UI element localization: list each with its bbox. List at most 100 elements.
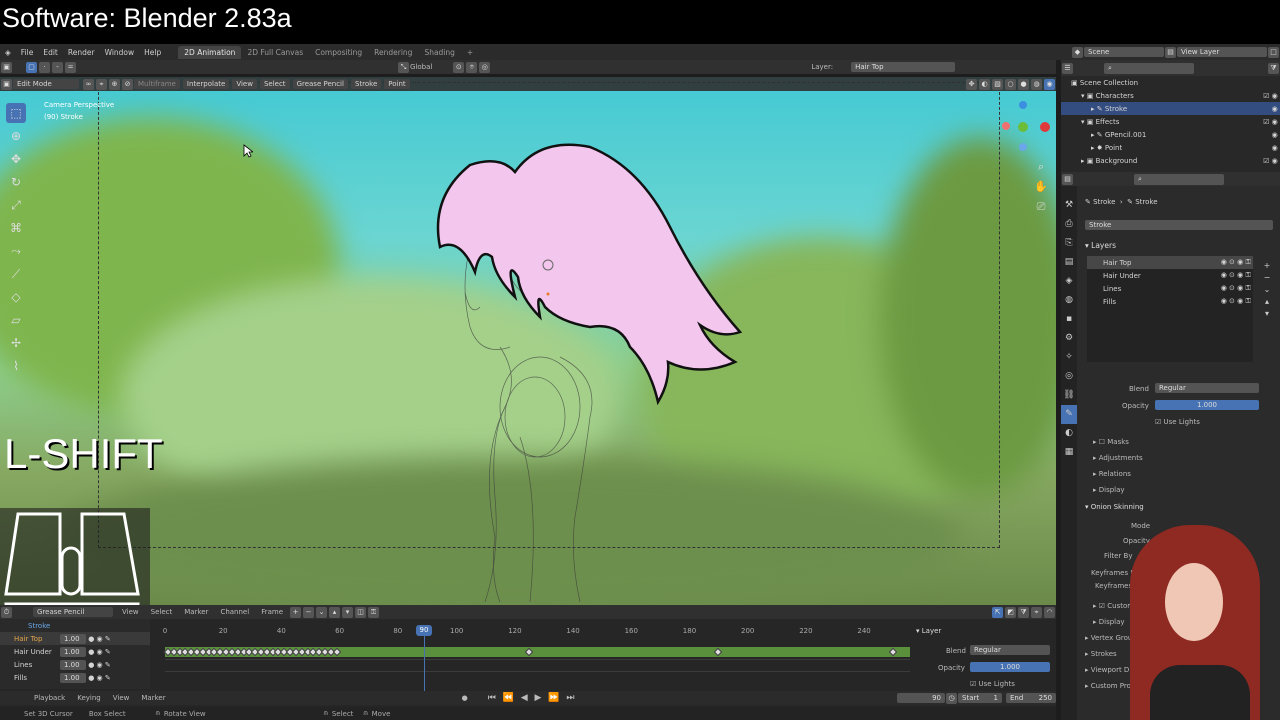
start-frame-field[interactable]: Start 1 xyxy=(958,693,1002,703)
blender-logo-icon[interactable]: ◈ xyxy=(0,48,16,57)
keying-menu[interactable]: Keying xyxy=(77,694,101,702)
output-tab-icon[interactable]: ⎘ xyxy=(1061,234,1077,253)
channel-row-fills[interactable]: Fills 1.00 ● ◉ ✎ xyxy=(0,671,150,684)
menu-window[interactable]: Window xyxy=(100,48,140,57)
move-tool-icon[interactable]: ✥ xyxy=(6,149,26,169)
tab-rendering[interactable]: Rendering xyxy=(368,46,418,59)
sculpt-toggle-icon[interactable]: ⊕ xyxy=(109,78,120,90)
outliner-row-stroke[interactable]: ▸ ✎ Stroke ◉ xyxy=(1061,102,1280,115)
snap-icon[interactable]: ⌾ xyxy=(466,61,478,73)
snapping-icon[interactable]: ⌖ xyxy=(1031,606,1042,618)
tab-shading[interactable]: Shading xyxy=(418,46,460,59)
gizmo-z-neg-icon[interactable] xyxy=(1019,143,1027,151)
dopesheet-filter-icon[interactable]: ⧩ xyxy=(1018,606,1029,618)
multiframe-toggle[interactable]: Multiframe xyxy=(134,79,180,89)
remove-layer-icon[interactable]: − xyxy=(1261,272,1273,284)
blend-dropdown[interactable]: Regular xyxy=(1155,383,1259,393)
shear-tool-icon[interactable]: ⟋ xyxy=(6,264,26,284)
add-layer-icon[interactable]: + xyxy=(1261,260,1273,272)
layer-row-hair-under[interactable]: Hair Under ◉ ⊙ ◉ ⚿ xyxy=(1087,269,1253,282)
eye-icon[interactable]: ◉ xyxy=(1272,157,1278,165)
view-layer-field[interactable]: View Layer xyxy=(1177,47,1267,57)
eye-icon[interactable]: ◉ xyxy=(1272,144,1278,152)
filter-icon[interactable]: ⧩ xyxy=(1268,62,1279,74)
checkbox-icon[interactable]: ☑ xyxy=(1263,92,1269,100)
sidebar-layer-header[interactable]: ▾ Layer xyxy=(916,627,941,635)
texture-tab-icon[interactable]: ▦ xyxy=(1061,443,1077,462)
cursor-tool-icon[interactable]: ⊕ xyxy=(6,126,26,146)
move-layer-down-icon[interactable]: ▾ xyxy=(342,606,353,618)
layer-row-fills[interactable]: Fills ◉ ⊙ ◉ ⚿ xyxy=(1087,295,1253,308)
grease-pencil-menu[interactable]: Grease Pencil xyxy=(292,79,348,89)
record-icon[interactable]: ● xyxy=(462,694,468,702)
link-icon[interactable]: ∞ xyxy=(83,78,94,90)
dopesheet-frame-menu[interactable]: Frame xyxy=(261,608,283,616)
interpolate-tool-icon[interactable]: ⌇ xyxy=(6,356,26,376)
sidebar-use-lights-checkbox[interactable]: ☑ Use Lights xyxy=(970,680,1015,688)
eye-icon[interactable]: ◉ xyxy=(1272,105,1278,113)
properties-editor-icon[interactable]: ▤ xyxy=(1062,173,1073,185)
orientation-value[interactable]: Global xyxy=(410,63,432,71)
zoom-icon[interactable]: ⌕ xyxy=(1034,157,1048,177)
dopesheet-editor-icon[interactable]: ⏱ xyxy=(1,606,12,618)
strokes-panel[interactable]: ▸ Strokes xyxy=(1085,650,1117,658)
transport-controls[interactable]: ⏮ ⏪ ◀ ▶ ⏩ ⏭ xyxy=(488,693,577,703)
eye-icon[interactable]: ◉ xyxy=(1272,92,1278,100)
world-tab-icon[interactable]: ◍ xyxy=(1061,291,1077,310)
eye-icon[interactable]: ◉ xyxy=(1272,131,1278,139)
menu-render[interactable]: Render xyxy=(63,48,100,57)
tool-tab-icon[interactable]: ⚒ xyxy=(1061,196,1077,215)
gizmo-y-icon[interactable] xyxy=(1018,122,1028,132)
viewport-editor-icon[interactable]: ▣ xyxy=(1,78,12,90)
select-box-tool-icon[interactable]: ⬚ xyxy=(6,103,26,123)
opacity-slider[interactable]: 1.000 xyxy=(1155,400,1259,410)
current-frame-field[interactable]: 90 xyxy=(897,693,945,703)
tab-2d-full-canvas[interactable]: 2D Full Canvas xyxy=(241,46,309,59)
layer-dropdown[interactable]: Hair Top xyxy=(851,62,956,72)
interpolate-menu[interactable]: Interpolate xyxy=(182,79,230,89)
shading-render-icon[interactable]: ◉ xyxy=(1044,78,1055,90)
modifiers-tab-icon[interactable]: ⚙ xyxy=(1061,329,1077,348)
scene-icon[interactable]: ◆ xyxy=(1072,46,1083,58)
render-tab-icon[interactable]: ⎙ xyxy=(1061,215,1077,234)
outliner-editor-icon[interactable]: ☰ xyxy=(1062,62,1073,74)
edit-toggle-icon[interactable]: ⌖ xyxy=(96,78,107,90)
mode-stroke-icon[interactable]: - xyxy=(52,61,63,73)
select-menu[interactable]: Select xyxy=(259,79,290,89)
select-mode-icon[interactable]: ▢ xyxy=(26,61,37,73)
proportional-icon[interactable]: ◎ xyxy=(479,61,491,73)
channel-row-hair-under[interactable]: Hair Under 1.00 ● ◉ ✎ xyxy=(0,645,150,658)
view-menu[interactable]: View xyxy=(232,79,257,89)
shading-material-icon[interactable]: ◍ xyxy=(1031,78,1042,90)
outliner-search-field[interactable]: ⌕ xyxy=(1104,62,1194,74)
dopesheet-channel-menu[interactable]: Channel xyxy=(220,608,249,616)
channel-row-lines[interactable]: Lines 1.00 ● ◉ ✎ xyxy=(0,658,150,671)
point-menu[interactable]: Point xyxy=(384,79,410,89)
channel-row-stroke[interactable]: Stroke xyxy=(0,619,150,632)
rotate-tool-icon[interactable]: ↻ xyxy=(6,172,26,192)
layers-panel-header[interactable]: ▾ Layers xyxy=(1085,241,1116,250)
tab-2d-animation[interactable]: 2D Animation xyxy=(178,45,242,59)
layer-lock-icon[interactable]: ⚿ xyxy=(368,606,379,618)
gizmo-icon[interactable]: ✥ xyxy=(966,78,977,90)
weight-toggle-icon[interactable]: ⊘ xyxy=(122,78,133,90)
mode-point-icon[interactable]: · xyxy=(39,61,50,73)
menu-file[interactable]: File xyxy=(16,48,39,57)
show-hidden-icon[interactable]: ◩ xyxy=(1005,606,1016,618)
menu-help[interactable]: Help xyxy=(139,48,166,57)
overlays-icon[interactable]: ◐ xyxy=(979,78,990,90)
view-layer-tab-icon[interactable]: ▤ xyxy=(1061,253,1077,272)
playback-view-menu[interactable]: View xyxy=(113,694,130,702)
keyframe-type-icon[interactable]: ⌄ xyxy=(316,606,327,618)
outliner-row-gpencil[interactable]: ▸ ✎ GPencil.001 ◉ xyxy=(1061,128,1280,141)
tab-compositing[interactable]: Compositing xyxy=(309,46,368,59)
pan-hand-icon[interactable]: ✋ xyxy=(1034,177,1048,197)
outliner-row-scene-collection[interactable]: ▣ Scene Collection xyxy=(1061,76,1280,89)
channel-row-hair-top[interactable]: Hair Top 1.00 ● ◉ ✎ xyxy=(0,632,150,645)
mode-dropdown[interactable]: Edit Mode xyxy=(13,79,79,89)
proportional-edit-icon[interactable]: ◠ xyxy=(1044,606,1055,618)
extrude-tool-icon[interactable]: ▱ xyxy=(6,310,26,330)
gizmo-x-neg-icon[interactable] xyxy=(1002,122,1010,130)
playback-marker-menu[interactable]: Marker xyxy=(141,694,165,702)
radius-tool-icon[interactable]: ✢ xyxy=(6,333,26,353)
